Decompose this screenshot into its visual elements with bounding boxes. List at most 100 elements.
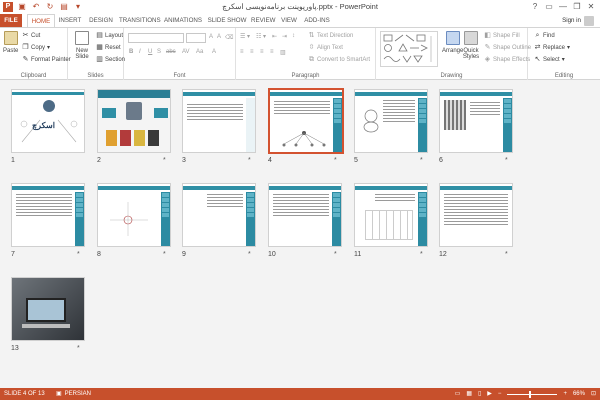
section-label: Section <box>105 56 126 63</box>
decrease-indent-icon[interactable]: ⇤ <box>272 33 277 40</box>
zoom-in-icon[interactable]: + <box>563 388 567 400</box>
transition-star-icon[interactable]: * <box>248 157 251 164</box>
slide-sorter-view-icon[interactable]: ▦ <box>466 388 472 400</box>
numbering-icon[interactable]: ☷ ▾ <box>256 33 266 40</box>
find-button[interactable]: ⌕ Find <box>534 32 555 39</box>
convert-smartart-button[interactable]: ⧉ Convert to SmartArt <box>308 56 370 63</box>
transition-star-icon[interactable]: * <box>505 157 508 164</box>
justify-icon[interactable]: ≡ <box>270 49 274 55</box>
transition-star-icon[interactable]: * <box>420 157 423 164</box>
slide-thumbnail-11[interactable] <box>354 183 428 247</box>
align-left-icon[interactable]: ≡ <box>240 49 244 55</box>
increase-indent-icon[interactable]: ⇥ <box>282 33 287 40</box>
bold-icon[interactable]: B <box>129 49 133 55</box>
user-account[interactable]: Sign in <box>562 14 594 27</box>
quick-styles-button[interactable]: Quick Styles <box>462 31 480 60</box>
slide-thumbnail-4[interactable] <box>268 88 344 154</box>
slide-thumbnail-10[interactable] <box>268 183 342 247</box>
clear-format-icon[interactable]: ⌫ <box>225 34 233 41</box>
transition-star-icon[interactable]: * <box>248 251 251 258</box>
columns-icon[interactable]: ▥ <box>280 49 286 56</box>
strikethrough-icon[interactable]: abc <box>166 49 176 55</box>
help-button[interactable]: ? <box>528 0 542 13</box>
shape-outline-button[interactable]: ✎ Shape Outline <box>484 44 531 51</box>
shape-fill-button[interactable]: ◧ Shape Fill <box>484 32 520 39</box>
transition-star-icon[interactable]: * <box>163 251 166 258</box>
layout-button[interactable]: ▤ Layout <box>96 32 123 39</box>
paste-button[interactable]: Paste <box>3 31 18 54</box>
select-button[interactable]: ↖ Select ▾ <box>534 56 565 63</box>
align-right-icon[interactable]: ≡ <box>260 49 264 55</box>
close-button[interactable]: ✕ <box>584 0 598 13</box>
tab-insert[interactable]: INSERT <box>57 14 83 27</box>
reset-button[interactable]: ▦ Reset <box>96 44 121 51</box>
new-slide-button[interactable]: New Slide <box>72 31 92 60</box>
transition-star-icon[interactable]: * <box>505 251 508 258</box>
zoom-slider-thumb[interactable] <box>529 390 532 398</box>
language-indicator[interactable]: ▣ PERSIAN <box>56 388 91 400</box>
minimize-button[interactable]: — <box>556 0 570 13</box>
tab-design[interactable]: DESIGN <box>87 14 115 27</box>
tab-slideshow[interactable]: SLIDE SHOW <box>207 14 247 27</box>
replace-button[interactable]: ⇄ Replace ▾ <box>534 44 570 51</box>
restore-button[interactable]: ❐ <box>570 0 584 13</box>
slideshow-view-icon[interactable]: ▶ <box>487 388 492 400</box>
cut-button[interactable]: ✂ Cut <box>22 32 41 39</box>
slide-header-bar <box>270 92 342 96</box>
spacing-icon[interactable]: AV <box>182 49 190 55</box>
transition-star-icon[interactable]: * <box>77 251 80 258</box>
transition-star-icon[interactable]: * <box>420 251 423 258</box>
tab-transitions[interactable]: TRANSITIONS <box>119 14 161 27</box>
slide-thumbnail-2[interactable] <box>97 89 171 153</box>
tab-view[interactable]: VIEW <box>279 14 299 27</box>
transition-star-icon[interactable]: * <box>163 157 166 164</box>
font-name-select[interactable] <box>128 33 184 43</box>
slide-thumbnail-13[interactable] <box>11 277 85 341</box>
tab-review[interactable]: REVIEW <box>251 14 275 27</box>
slide-thumbnail-6[interactable] <box>439 89 513 153</box>
shrink-font-icon[interactable]: A <box>217 34 221 40</box>
zoom-out-icon[interactable]: − <box>498 388 502 400</box>
tab-home[interactable]: HOME <box>27 14 55 28</box>
shadow-icon[interactable]: S <box>157 49 161 55</box>
shapes-gallery[interactable] <box>380 31 438 67</box>
bullets-icon[interactable]: ☰ ▾ <box>240 33 250 40</box>
grow-font-icon[interactable]: A <box>209 34 213 40</box>
format-painter-button[interactable]: ✎ Format Painter <box>22 56 71 63</box>
shape-effects-button[interactable]: ◈ Shape Effects <box>484 56 530 63</box>
text-direction-button[interactable]: ⇅ Text Direction <box>308 32 354 39</box>
transition-star-icon[interactable]: * <box>334 157 337 164</box>
reading-view-icon[interactable]: ▯ <box>478 388 481 400</box>
tab-animations[interactable]: ANIMATIONS <box>163 14 203 27</box>
align-center-icon[interactable]: ≡ <box>250 49 254 55</box>
zoom-slider[interactable] <box>507 390 558 398</box>
fit-slide-icon[interactable]: ⊡ <box>591 388 596 400</box>
tab-file[interactable]: FILE <box>0 14 22 27</box>
transition-star-icon[interactable]: * <box>77 345 80 352</box>
arrange-button[interactable]: Arrange <box>442 31 463 54</box>
slide-thumbnail-8[interactable] <box>97 183 171 247</box>
tab-addins[interactable]: ADD-INS <box>303 14 331 27</box>
italic-icon[interactable]: I <box>139 49 141 55</box>
change-case-icon[interactable]: Aa <box>196 49 203 55</box>
font-size-select[interactable] <box>186 33 206 43</box>
line-spacing-icon[interactable]: ↕ <box>292 33 295 39</box>
font-color-icon[interactable]: A <box>212 49 216 55</box>
ribbon-display-icon[interactable]: ▭ <box>542 0 556 13</box>
slide-side-panel <box>75 192 84 246</box>
slide-thumbnail-1[interactable]: اسکرچ <box>11 89 85 153</box>
zoom-level[interactable]: 66% <box>573 388 585 400</box>
slide-thumbnail-3[interactable] <box>182 89 256 153</box>
slide-thumbnail-5[interactable] <box>354 89 428 153</box>
sign-in-link[interactable]: Sign in <box>562 14 581 27</box>
normal-view-icon[interactable]: ▭ <box>455 388 461 400</box>
slide-thumbnail-7[interactable] <box>11 183 85 247</box>
clipboard-group: Paste ✂ Cut ❐ Copy ▾ ✎ Format Painter Clipbo… <box>0 28 71 80</box>
align-text-button[interactable]: ⇳ Align Text <box>308 44 343 51</box>
section-button[interactable]: ▥ Section <box>96 56 125 63</box>
slide-thumbnail-12[interactable] <box>439 183 513 247</box>
underline-icon[interactable]: U <box>148 49 152 55</box>
copy-button[interactable]: ❐ Copy ▾ <box>22 44 50 51</box>
slide-thumbnail-9[interactable] <box>182 183 256 247</box>
transition-star-icon[interactable]: * <box>334 251 337 258</box>
